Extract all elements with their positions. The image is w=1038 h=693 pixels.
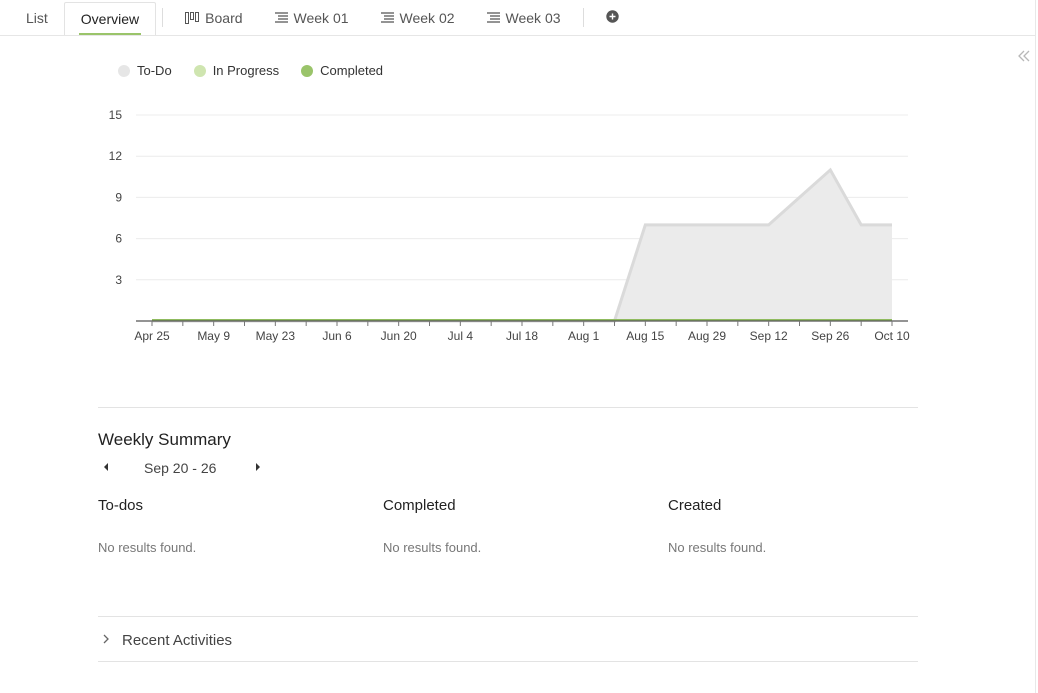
chart-legend: To-Do In Progress Completed [118,63,383,78]
legend-dot [118,64,130,77]
recent-activities-label: Recent Activities [122,631,233,649]
section-divider [98,616,918,617]
legend-item-completed[interactable]: Completed [301,63,383,78]
tab-list[interactable]: List [0,0,64,35]
tab-label: List [26,9,48,26]
x-tick-label: Jul 18 [506,329,538,343]
tab-label: Week 01 [293,9,349,26]
collapse-panel-icon[interactable] [1017,49,1033,65]
board-icon [185,11,200,24]
weekly-summary-title: Weekly Summary [98,430,231,449]
chevron-right-icon [98,633,110,647]
x-tick-label: Sep 12 [750,329,788,343]
tab-week-03[interactable]: Week 03 [471,0,577,35]
column-header: To-dos [98,497,144,514]
tab-label: Overview [80,11,140,27]
list-icon [274,12,288,23]
legend-item-in-progress[interactable]: In Progress [193,63,280,78]
recent-activities-toggle[interactable]: Recent Activities [98,627,918,653]
summary-column-created: Created No results found. [668,497,928,555]
legend-label: To-Do [137,63,172,78]
x-tick-label: Oct 10 [874,329,910,343]
previous-week-button[interactable] [104,463,108,471]
empty-message: No results found. [98,540,197,555]
x-tick-label: Jul 4 [448,329,474,343]
x-tick-label: May 23 [256,329,296,343]
y-tick-label: 15 [109,108,123,122]
section-divider [98,661,918,662]
legend-item-todo[interactable]: To-Do [118,63,172,78]
empty-message: No results found. [668,540,767,555]
x-tick-label: Jun 20 [381,329,417,343]
tab-week-02[interactable]: Week 02 [365,0,471,35]
week-range: Sep 20 - 26 [144,460,217,476]
add-view-button[interactable] [590,0,635,35]
tab-label: Week 03 [505,9,561,26]
legend-dot [301,64,314,77]
y-tick-label: 9 [115,190,122,204]
x-tick-label: May 9 [197,329,230,343]
todo-area [152,169,892,321]
empty-message: No results found. [383,540,482,555]
chart-svg: 3 6 9 12 15 Apr 25 May 9 May 23 Jun 6 Jun 20 Jul 4… [109,108,910,343]
column-header: Completed [383,497,456,514]
x-tick-label: Jun 6 [322,329,352,343]
tab-divider [582,8,584,27]
y-tick-label: 3 [115,273,122,287]
column-header: Created [668,497,722,514]
y-tick-label: 12 [109,149,123,163]
x-tick-label: Sep 26 [811,329,849,343]
tab-board[interactable]: Board [169,0,258,35]
x-tick-label: Aug 15 [626,329,664,343]
tab-overview[interactable]: Overview [63,2,157,35]
summary-column-todos: To-dos No results found. [98,497,358,555]
list-icon [380,12,394,23]
x-tick-label: Aug 29 [688,329,726,343]
tab-label: Week 02 [399,9,455,26]
x-tick-label: Aug 1 [568,329,600,343]
list-icon [486,12,500,23]
section-divider [98,407,918,408]
x-tick-label: Apr 25 [134,329,170,343]
view-tab-bar: List Overview Board Week 01 Week 02 Week… [0,0,1038,36]
legend-dot [193,64,206,77]
legend-label: In Progress [212,63,280,78]
tab-divider [162,8,164,27]
y-tick-label: 6 [115,232,122,246]
plus-circle-icon [605,9,619,26]
next-week-button[interactable] [256,463,260,471]
summary-column-completed: Completed No results found. [383,497,643,555]
tab-label: Board [205,9,243,26]
progress-chart: 3 6 9 12 15 Apr 25 May 9 May 23 Jun 6 Jun 20 Jul 4… [0,95,1038,355]
legend-label: Completed [320,63,384,78]
tab-week-01[interactable]: Week 01 [259,0,365,35]
week-navigator: Sep 20 - 26 [98,460,278,478]
